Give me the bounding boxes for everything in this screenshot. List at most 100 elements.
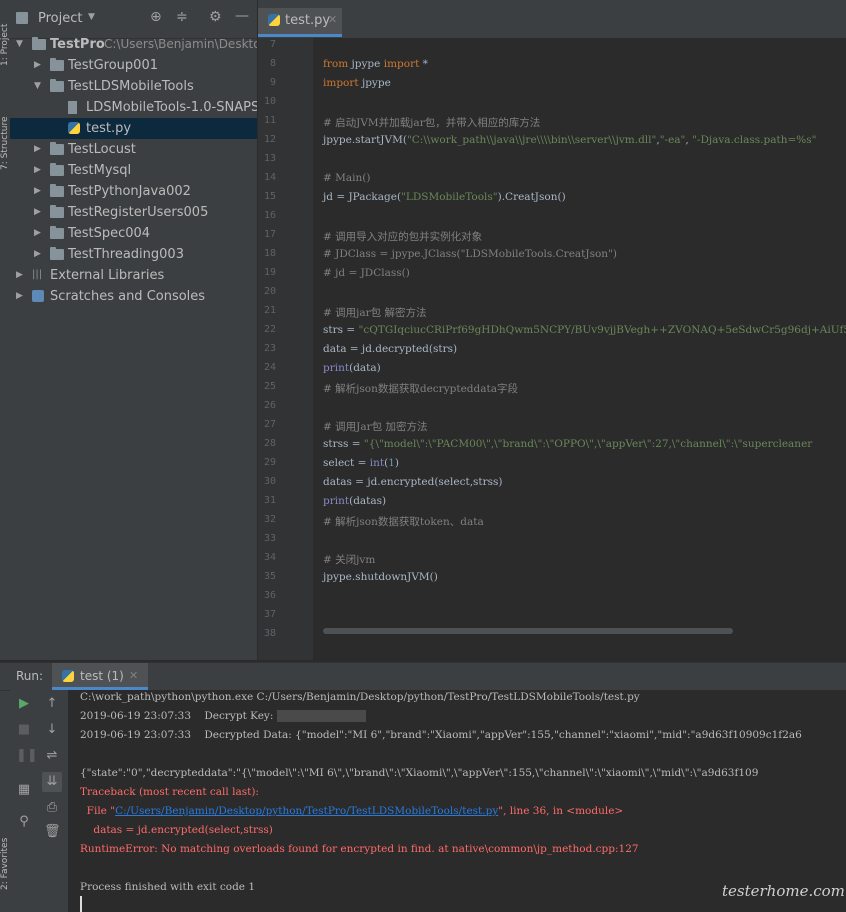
- tree-item-label: TestMysql: [68, 163, 132, 178]
- tree-item-label: TestGroup001: [68, 58, 158, 73]
- scroll-to-end-icon[interactable]: ⇊: [42, 772, 62, 792]
- folder-icon: [50, 142, 64, 155]
- folder-icon: [32, 37, 46, 50]
- run-tab-test[interactable]: test (1) ✕: [52, 663, 148, 690]
- horizontal-scrollbar[interactable]: [323, 628, 733, 634]
- code-line: # 启动JVM并加载jar包，并带入相应的库方法: [323, 117, 541, 129]
- tree-item[interactable]: test.py: [10, 118, 257, 139]
- tree-item-label: Scratches and Consoles: [50, 289, 206, 304]
- code-line: # JDClass = jpype.JClass("LDSMobileTools…: [323, 248, 617, 260]
- code-line: jd = JPackage("LDSMobileTools").CreatJso…: [323, 191, 566, 203]
- console-line: 2019-06-19 23:07:33 Decrypt Key: XXXXXXX…: [80, 710, 367, 722]
- code-line: strss = "{\"model\":\"PACM00\",\"brand\"…: [323, 438, 813, 450]
- tree-item[interactable]: ▶ TestMysql: [10, 160, 257, 181]
- collapse-all-icon[interactable]: ≑: [176, 9, 188, 25]
- tree-item[interactable]: ▶ TestSpec004: [10, 223, 257, 244]
- soft-wrap-icon[interactable]: ⇌: [44, 748, 60, 764]
- line-number: 35: [263, 571, 276, 582]
- pin-tab-icon[interactable]: ⚲: [16, 814, 32, 830]
- tree-item-label: LDSMobileTools-1.0-SNAPSHO: [86, 100, 257, 115]
- editor-tab-label: test.py: [285, 13, 331, 28]
- settings-gear-icon[interactable]: ⚙: [209, 9, 222, 25]
- hide-panel-icon[interactable]: —: [235, 8, 249, 24]
- code-line: select = int(1): [323, 457, 399, 469]
- tree-item-label: TestRegisterUsers005: [68, 205, 209, 220]
- stop-icon[interactable]: ■: [16, 722, 32, 738]
- tree-item[interactable]: ▶ TestThreading003: [10, 244, 257, 265]
- scroll-down-icon[interactable]: ↓: [44, 722, 60, 738]
- console-line: Traceback (most recent call last):: [80, 786, 259, 798]
- console-line: C:\work_path\python\python.exe C:/Users/…: [80, 691, 640, 703]
- pause-icon[interactable]: ❚❚: [16, 748, 38, 764]
- tree-item[interactable]: ▶ ||| External Libraries: [10, 265, 257, 286]
- tree-item[interactable]: ▶ Scratches and Consoles: [10, 286, 257, 307]
- close-tab-icon[interactable]: ✕: [328, 13, 337, 26]
- collapsed-arrow-icon[interactable]: ▶: [34, 181, 46, 202]
- collapsed-arrow-icon[interactable]: ▶: [34, 160, 46, 181]
- favorites-tool-tab[interactable]: 2: Favorites: [0, 820, 10, 890]
- collapsed-arrow-icon[interactable]: ▶: [34, 223, 46, 244]
- code-line: import jpype: [323, 77, 391, 89]
- print-icon[interactable]: ⎙: [44, 800, 60, 816]
- folder-icon: [50, 184, 64, 197]
- code-line: # 调用Jar包 加密方法: [323, 421, 428, 433]
- line-number: 16: [263, 210, 276, 221]
- bottom-tool-stripe: 2: Favorites: [0, 690, 10, 912]
- scroll-up-icon[interactable]: ↑: [44, 696, 60, 712]
- line-number: 37: [263, 609, 276, 620]
- run-tab-label: test (1): [80, 669, 124, 683]
- line-number: 10: [263, 96, 276, 107]
- expanded-arrow-icon[interactable]: ▼: [16, 34, 28, 55]
- collapsed-arrow-icon[interactable]: ▶: [16, 286, 28, 307]
- line-number: 19: [263, 267, 276, 278]
- folder-icon: [50, 205, 64, 218]
- run-tool-bar: Run: test (1) ✕: [0, 662, 846, 691]
- collapsed-arrow-icon[interactable]: ▶: [16, 265, 28, 286]
- code-line: # 解析json数据获取decrypteddata字段: [323, 383, 518, 395]
- tree-item[interactable]: ▶ TestGroup001: [10, 55, 257, 76]
- editor-tab-test-py[interactable]: test.py ✕: [258, 8, 342, 37]
- line-number: 9: [269, 77, 276, 88]
- console-line[interactable]: File "C:/Users/Benjamin/Desktop/python/T…: [80, 805, 624, 817]
- tree-item[interactable]: ▶ TestRegisterUsers005: [10, 202, 257, 223]
- tree-item[interactable]: ▼ TestLDSMobileTools: [10, 76, 257, 97]
- python-file-icon: [68, 122, 80, 134]
- tree-item[interactable]: ▶ TestLocust: [10, 139, 257, 160]
- expanded-arrow-icon[interactable]: ▼: [34, 76, 46, 97]
- code-editor[interactable]: from jpype import * import jpype # 启动JVM并加…: [313, 38, 846, 660]
- tree-item-label: TestThreading003: [68, 247, 184, 262]
- tree-item[interactable]: ▶ TestPythonJava002: [10, 181, 257, 202]
- rerun-icon[interactable]: ▶: [16, 696, 32, 712]
- line-number: 17: [263, 229, 276, 240]
- clear-all-icon[interactable]: 🗑: [44, 824, 61, 840]
- console-line: 2019-06-19 23:07:33 Decrypted Data: {"mo…: [80, 729, 802, 741]
- run-console[interactable]: testerhome.com C:\work_path\python\pytho…: [68, 690, 846, 912]
- line-number: 29: [263, 457, 276, 468]
- line-number: 24: [263, 362, 276, 373]
- project-view-title[interactable]: Project: [38, 11, 82, 26]
- console-line: {"state":"0","decrypteddata":"{\"model\"…: [80, 767, 759, 779]
- python-file-icon: [268, 14, 280, 26]
- collapsed-arrow-icon[interactable]: ▶: [34, 202, 46, 223]
- view-dropdown-icon[interactable]: ▼: [88, 12, 95, 22]
- collapsed-arrow-icon[interactable]: ▶: [34, 244, 46, 265]
- project-view-icon: [16, 12, 28, 24]
- locate-file-icon[interactable]: ⊕: [150, 9, 162, 25]
- line-number: 7: [269, 39, 276, 50]
- code-line: # 解析json数据获取token、data: [323, 516, 484, 528]
- structure-tool-tab[interactable]: 7: Structure: [0, 100, 10, 171]
- editor-gutter: 7 8 9 10 11 12 13 14 15 16 17 18 19 20 21 22 23 24 25 26 27 2…: [258, 38, 313, 660]
- tree-item[interactable]: LDSMobileTools-1.0-SNAPSHO: [10, 97, 257, 118]
- line-number: 26: [263, 400, 276, 411]
- restore-layout-icon[interactable]: ▦: [16, 782, 32, 798]
- run-toolbar: ▶ ↑ ■ ↓ ❚❚ ⇌ ▦ ⇊ ⎙ ⚲ 🗑: [10, 690, 68, 912]
- tree-item[interactable]: ▼ TestPro C:\Users\Benjamin\Desktop: [10, 34, 257, 55]
- line-number: 33: [263, 533, 276, 544]
- collapsed-arrow-icon[interactable]: ▶: [34, 139, 46, 160]
- line-number: 32: [263, 514, 276, 525]
- collapsed-arrow-icon[interactable]: ▶: [34, 55, 46, 76]
- project-tool-tab[interactable]: 1: Project: [0, 6, 10, 66]
- line-number: 15: [263, 191, 276, 202]
- close-run-tab-icon[interactable]: ✕: [129, 669, 138, 682]
- tree-item-label: TestPro: [50, 37, 105, 52]
